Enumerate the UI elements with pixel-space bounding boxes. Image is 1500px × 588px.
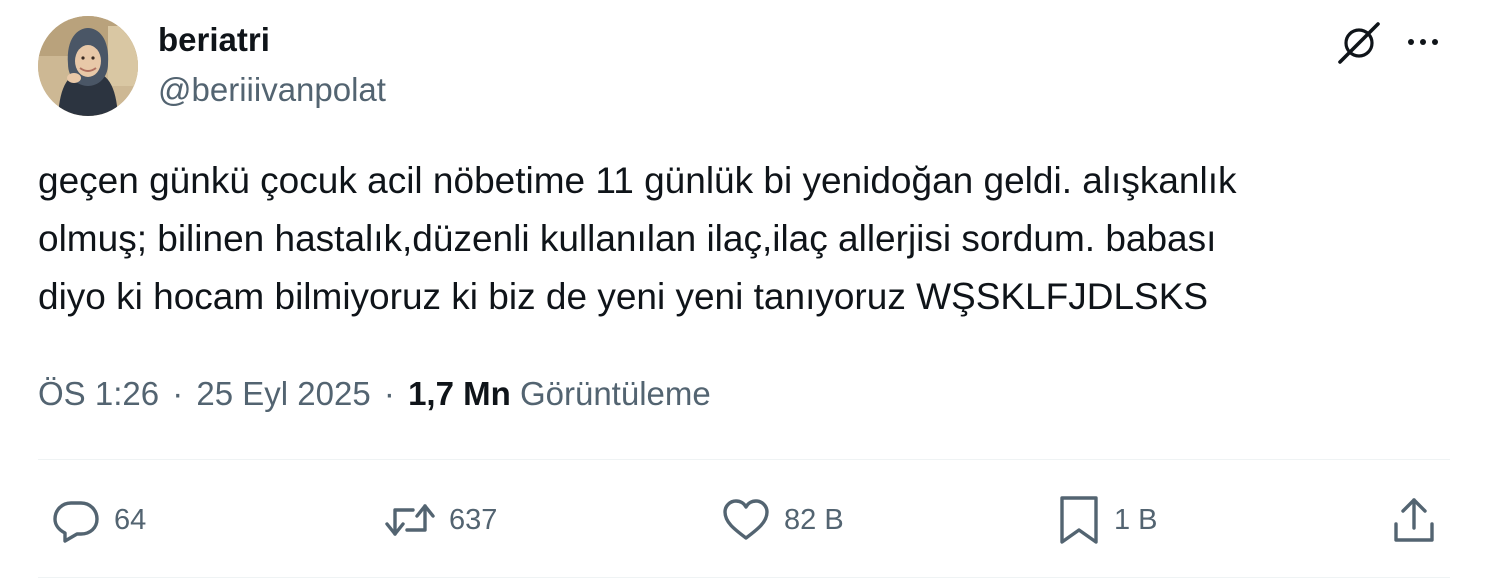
profile-photo-icon bbox=[38, 16, 138, 116]
bookmark-count: 1 B bbox=[1114, 503, 1158, 536]
reply-count: 64 bbox=[114, 503, 147, 536]
like-button[interactable]: 82 B bbox=[720, 494, 844, 546]
share-button[interactable] bbox=[1388, 494, 1440, 546]
tweet-meta: ÖS 1:26 · 25 Eyl 2025 · 1,7 Mn Görüntüle… bbox=[38, 372, 711, 416]
retweet-icon bbox=[385, 504, 435, 536]
avatar[interactable] bbox=[38, 16, 138, 116]
more-options-icon[interactable] bbox=[1403, 24, 1443, 60]
user-handle[interactable]: @beriiivanpolat bbox=[158, 70, 386, 110]
grok-icon[interactable] bbox=[1334, 18, 1384, 68]
like-count: 82 B bbox=[784, 503, 844, 536]
tweet-card: beriatri @beriiivanpolat geçen günkü çoc… bbox=[0, 0, 1500, 588]
views-count[interactable]: 1,7 Mn bbox=[408, 375, 511, 412]
tweet-text-line: olmuş; bilinen hastalık,düzenli kullanıl… bbox=[38, 218, 1217, 259]
retweet-button[interactable]: 637 bbox=[383, 494, 497, 546]
tweet-text: geçen günkü çocuk acil nöbetime 11 günlü… bbox=[38, 152, 1458, 326]
tweet-date[interactable]: 25 Eyl 2025 bbox=[196, 375, 370, 412]
heart-icon bbox=[723, 499, 769, 540]
share-icon bbox=[1394, 498, 1434, 542]
meta-separator: · bbox=[383, 375, 395, 412]
display-name[interactable]: beriatri bbox=[158, 20, 270, 60]
divider bbox=[38, 459, 1450, 460]
views-label[interactable]: Görüntüleme bbox=[520, 375, 711, 412]
divider bbox=[38, 577, 1450, 578]
bookmark-icon bbox=[1060, 496, 1098, 544]
tweet-time[interactable]: ÖS 1:26 bbox=[38, 375, 159, 412]
tweet-text-line: diyo ki hocam bilmiyoruz ki biz de yeni … bbox=[38, 276, 1209, 317]
reply-icon bbox=[53, 501, 99, 543]
reply-button[interactable]: 64 bbox=[50, 494, 146, 546]
retweet-count: 637 bbox=[449, 503, 498, 536]
bookmark-button[interactable]: 1 B bbox=[1056, 494, 1158, 546]
meta-separator: · bbox=[172, 375, 184, 412]
tweet-text-line: geçen günkü çocuk acil nöbetime 11 günlü… bbox=[38, 160, 1237, 201]
